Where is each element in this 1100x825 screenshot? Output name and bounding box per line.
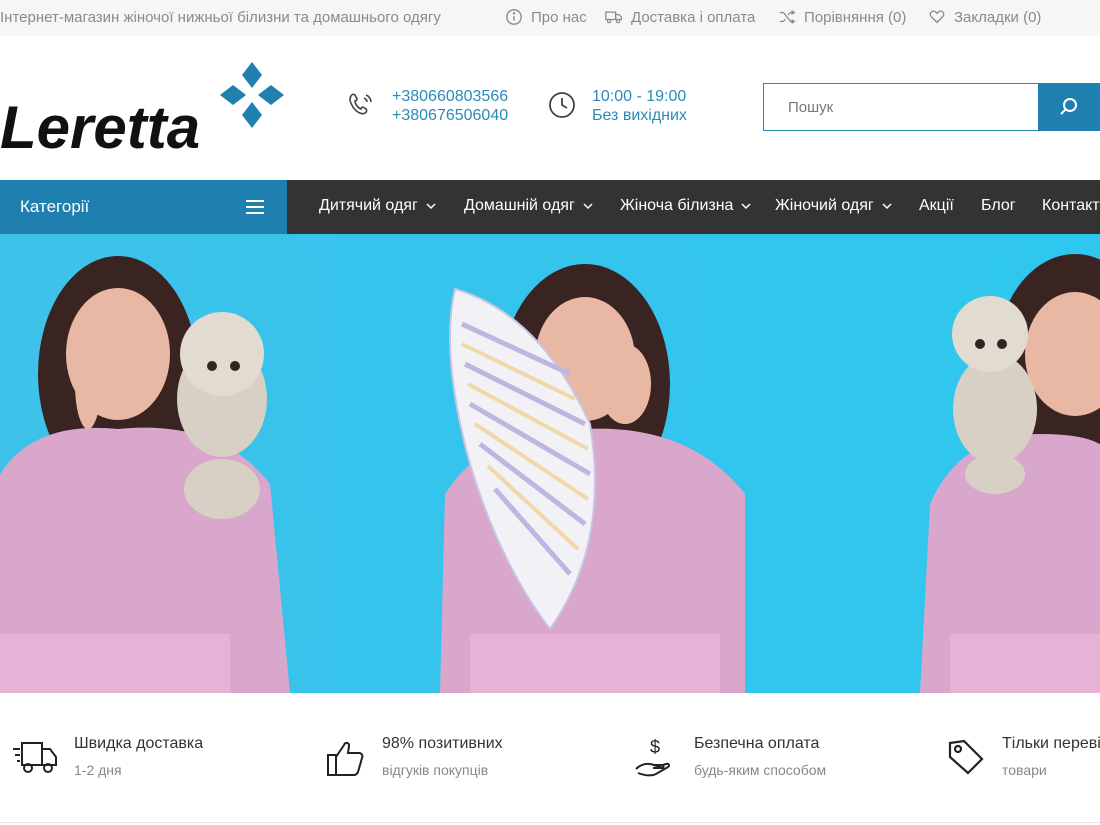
search-input[interactable]: [763, 83, 1039, 131]
nav-item-kids-clothing[interactable]: Дитячий одяг: [319, 197, 436, 215]
feature-title: Безпечна оплата: [694, 735, 820, 752]
delivery-link-label: Доставка і оплата: [631, 8, 756, 26]
logo-diamond-icon: [220, 62, 284, 128]
svg-text:$: $: [650, 737, 660, 757]
feature-title: Тільки перевірені: [1002, 735, 1100, 752]
delivery-link[interactable]: Доставка і оплата: [605, 8, 755, 26]
bookmarks-link[interactable]: Закладки (0): [928, 8, 1041, 26]
nav-item-lingerie[interactable]: Жіноча білизна: [620, 197, 751, 215]
nav-item-label: Домашній одяг: [464, 197, 575, 214]
site-logo[interactable]: Leretta: [0, 62, 290, 152]
search-icon: [1060, 98, 1077, 115]
site-tagline: Інтернет-магазин жіночої нижньої білизни…: [0, 9, 441, 26]
nav-item-home-clothing[interactable]: Домашній одяг: [464, 197, 593, 215]
compare-link-label: Порівняння (0): [804, 8, 907, 26]
search-button[interactable]: [1038, 83, 1100, 131]
fast-truck-icon: [13, 742, 57, 773]
feature-subtitle: відгуків покупців: [382, 762, 489, 778]
shuffle-icon: [779, 10, 796, 24]
categories-label: Категорії: [20, 197, 90, 216]
site-header: Leretta +380660803566 +380676506040 10:0…: [0, 36, 1100, 180]
phone-number-2[interactable]: +380676506040: [392, 107, 508, 125]
main-nav: Категорії Дитячий одяг Домашній одяг Жін…: [0, 180, 1100, 234]
about-link-label: Про нас: [531, 8, 587, 26]
nav-item-label: Акції: [919, 197, 954, 214]
feature-positive-reviews: 98% позитивних відгуків покупців: [326, 735, 503, 779]
categories-button[interactable]: Категорії: [0, 180, 287, 234]
nav-item-label: Жіночий одяг: [775, 197, 874, 214]
chevron-down-icon: [741, 203, 751, 210]
chevron-down-icon: [426, 203, 436, 210]
price-tag-icon: [948, 739, 984, 775]
hero-figure-left: [0, 256, 290, 693]
phone-icon: [349, 93, 372, 115]
hamburger-icon: [246, 200, 264, 214]
payment-hand-icon: $: [635, 737, 671, 777]
about-link[interactable]: Про нас: [505, 8, 587, 26]
info-icon: [506, 9, 522, 25]
thumbs-up-icon: [327, 741, 364, 776]
hero-figure-right: [920, 254, 1100, 693]
nav-item-label: Контакти: [1042, 197, 1100, 214]
nav-item-contacts[interactable]: Контакти: [1042, 197, 1100, 215]
phone-number-1[interactable]: +380660803566: [392, 88, 508, 106]
bookmarks-link-label: Закладки (0): [954, 8, 1042, 26]
hero-banner[interactable]: [0, 234, 1100, 693]
feature-title: 98% позитивних: [382, 735, 503, 752]
chevron-down-icon: [583, 203, 593, 210]
feature-subtitle: 1-2 дня: [74, 762, 122, 778]
feature-secure-payment: $ Безпечна оплата будь-яким способом: [634, 735, 826, 779]
feature-subtitle: будь-яким способом: [694, 762, 827, 778]
nav-item-blog[interactable]: Блог: [981, 197, 1016, 215]
working-hours: 10:00 - 19:00: [592, 88, 687, 105]
feature-verified-products: Тільки перевірені товари: [946, 735, 1100, 779]
truck-icon: [605, 11, 622, 24]
top-bar: Інтернет-магазин жіночої нижньої білизни…: [0, 0, 1100, 36]
chevron-down-icon: [882, 203, 892, 210]
nav-item-label: Дитячий одяг: [319, 197, 418, 214]
feature-fast-delivery: Швидка доставка 1-2 дня: [12, 735, 203, 779]
clock-icon: [549, 92, 575, 118]
hero-illustration: [0, 254, 1100, 693]
working-days: Без вихідних: [592, 107, 687, 124]
nav-item-sales[interactable]: Акції: [919, 197, 954, 215]
feature-subtitle: товари: [1002, 762, 1047, 778]
feature-title: Швидка доставка: [74, 735, 204, 752]
logo-wordmark: Leretta: [0, 94, 200, 152]
divider: [0, 822, 1100, 823]
nav-item-label: Жіноча білизна: [620, 197, 734, 214]
heart-icon: [929, 10, 945, 24]
hero-figure-center: [440, 264, 745, 693]
nav-item-womens-clothing[interactable]: Жіночий одяг: [775, 197, 892, 215]
nav-item-label: Блог: [981, 197, 1016, 214]
compare-link[interactable]: Порівняння (0): [778, 8, 906, 26]
